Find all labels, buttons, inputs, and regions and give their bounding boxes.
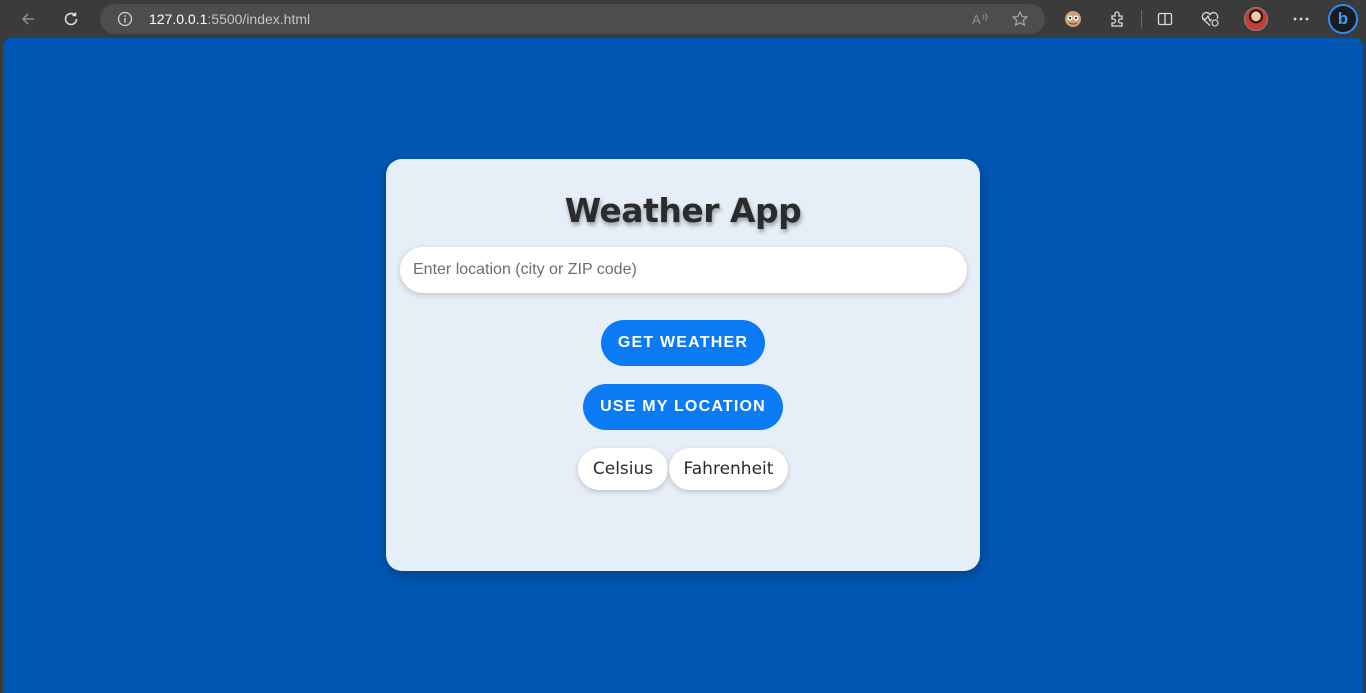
info-icon[interactable] [115,9,135,29]
profile-avatar[interactable] [1244,7,1268,31]
read-aloud-icon[interactable]: A [970,9,990,29]
location-input[interactable] [400,247,967,293]
celsius-button[interactable]: Celsius [578,448,668,490]
fahrenheit-button[interactable]: Fahrenheit [669,448,788,490]
split-screen-icon[interactable] [1151,5,1179,33]
url-text[interactable]: 127.0.0.1:5500/index.html [149,11,310,29]
address-bar[interactable]: 127.0.0.1:5500/index.html A [100,4,1045,34]
url-path: :5500/index.html [207,11,311,27]
url-host: 127.0.0.1 [149,11,208,27]
puzzle-icon[interactable] [1103,5,1131,33]
page-title: Weather App [564,191,802,230]
more-icon[interactable] [1287,5,1315,33]
weather-card: Weather App GET WEATHER USE MY LOCATION … [386,159,980,571]
bing-icon[interactable]: b [1328,4,1358,34]
page-viewport: Weather App GET WEATHER USE MY LOCATION … [3,38,1363,693]
toolbar-divider [1141,10,1142,28]
extension-icon[interactable] [1059,5,1087,33]
use-my-location-button[interactable]: USE MY LOCATION [583,384,783,430]
health-icon[interactable] [1196,5,1224,33]
refresh-icon[interactable] [57,5,85,33]
star-icon[interactable] [1010,9,1030,29]
back-arrow-icon[interactable] [14,5,42,33]
get-weather-button[interactable]: GET WEATHER [601,320,765,366]
svg-text:A: A [972,12,981,27]
browser-toolbar: 127.0.0.1:5500/index.html A b [0,0,1366,38]
